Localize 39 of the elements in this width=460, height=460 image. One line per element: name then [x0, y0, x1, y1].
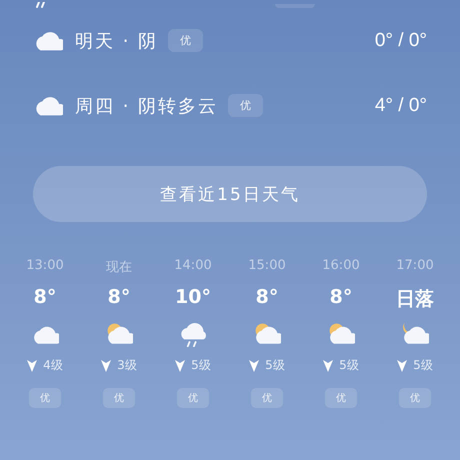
hour-temperature: 8°	[256, 286, 278, 310]
hour-time: 15:00	[248, 258, 286, 275]
day-label: 周四 · 阴转多云	[75, 94, 218, 118]
wind-level: 5级	[339, 357, 359, 374]
air-quality-badge: 优	[251, 388, 283, 408]
air-quality-badge: 优	[399, 388, 431, 408]
hour-temperature: 10°	[175, 286, 211, 310]
wind-level: 4级	[43, 357, 63, 374]
air-quality-badge: 优	[29, 388, 61, 408]
air-quality-badge: 优	[168, 29, 204, 52]
wind-level: 5级	[191, 357, 211, 374]
wind-arrow-icon	[27, 360, 38, 372]
air-quality-badge: 优	[325, 388, 357, 408]
air-quality-badge: 优	[103, 388, 135, 408]
hour-temperature: 8°	[34, 286, 56, 310]
hour-temperature: 8°	[108, 286, 130, 310]
hour-temperature: 日落	[396, 287, 434, 310]
rain-cloud-icon	[179, 320, 207, 348]
hour-time: 现在	[106, 259, 132, 276]
rain-drops-icon	[36, 2, 46, 8]
wind-arrow-icon	[397, 360, 408, 372]
hour-time: 13:00	[26, 258, 64, 275]
air-quality-badge: 优	[228, 94, 264, 117]
wind-level: 5级	[413, 357, 433, 374]
hour-temperature: 8°	[330, 286, 352, 310]
hour-time: 16:00	[322, 258, 360, 275]
wind-arrow-icon	[101, 360, 112, 372]
temperature-range: 4° / 0°	[374, 94, 427, 116]
air-quality-badge: 优	[177, 388, 209, 408]
wind-arrow-icon	[249, 360, 260, 372]
day-label: 明天 · 阴	[75, 30, 158, 52]
hour-time: 14:00	[174, 258, 212, 275]
wind-level: 5级	[265, 357, 285, 374]
forecast-button[interactable]: 查看近15日天气	[33, 166, 427, 222]
wind-level: 3级	[117, 357, 137, 374]
hour-time: 17:00	[396, 258, 434, 275]
wind-arrow-icon	[323, 360, 334, 372]
temperature-range: 0° / 0°	[374, 30, 427, 52]
wind-arrow-icon	[175, 360, 186, 372]
